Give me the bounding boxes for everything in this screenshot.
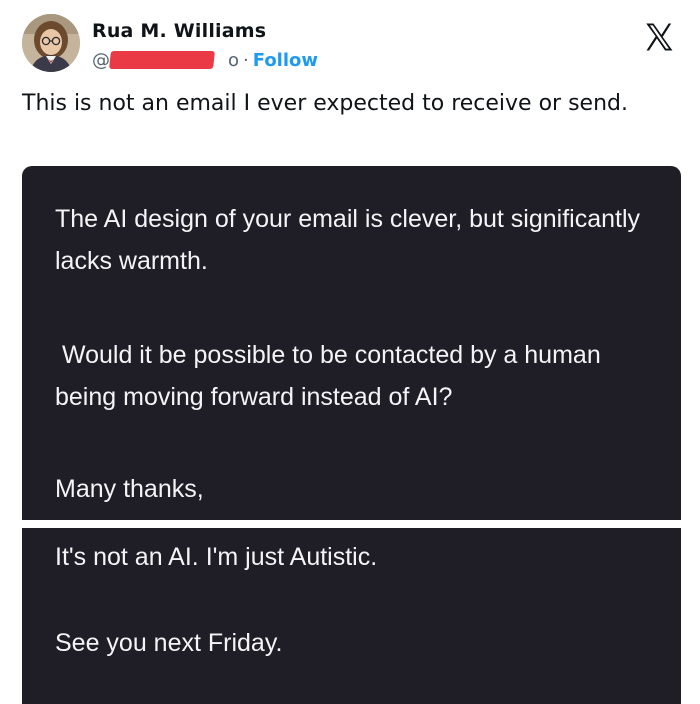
email-paragraph-2: Would it be possible to be contacted by …: [55, 341, 608, 411]
avatar[interactable]: [22, 14, 80, 72]
email-reply-panel: It's not an AI. I'm just Autistic. See y…: [22, 528, 681, 704]
tweet-card: Rua M. Williams @ o · Follow This is not …: [0, 0, 700, 704]
tweet-header: Rua M. Williams @ o · Follow: [22, 14, 680, 78]
redaction-mark: [109, 50, 215, 69]
reply-line-2: See you next Friday.: [55, 629, 283, 657]
embedded-image[interactable]: The AI design of your email is clever, b…: [22, 166, 681, 704]
author-name[interactable]: Rua M. Williams: [92, 20, 266, 42]
author-handle[interactable]: @ o: [92, 50, 239, 71]
email-signoff: Many thanks,: [55, 475, 204, 503]
tweet-text: This is not an email I ever expected to …: [22, 91, 628, 116]
handle-prefix: @: [92, 49, 110, 71]
handle-row: @ o · Follow: [92, 48, 318, 72]
separator-dot: ·: [243, 49, 249, 71]
follow-button[interactable]: Follow: [253, 50, 318, 71]
reply-line-1: It's not an AI. I'm just Autistic.: [55, 543, 378, 571]
avatar-photo-icon: [22, 14, 80, 72]
handle-suffix: o: [228, 49, 240, 71]
email-message-panel: The AI design of your email is clever, b…: [22, 166, 681, 520]
email-paragraph-1: The AI design of your email is clever, b…: [55, 205, 647, 275]
x-logo-icon[interactable]: [642, 20, 676, 54]
panel-divider: [22, 520, 681, 528]
